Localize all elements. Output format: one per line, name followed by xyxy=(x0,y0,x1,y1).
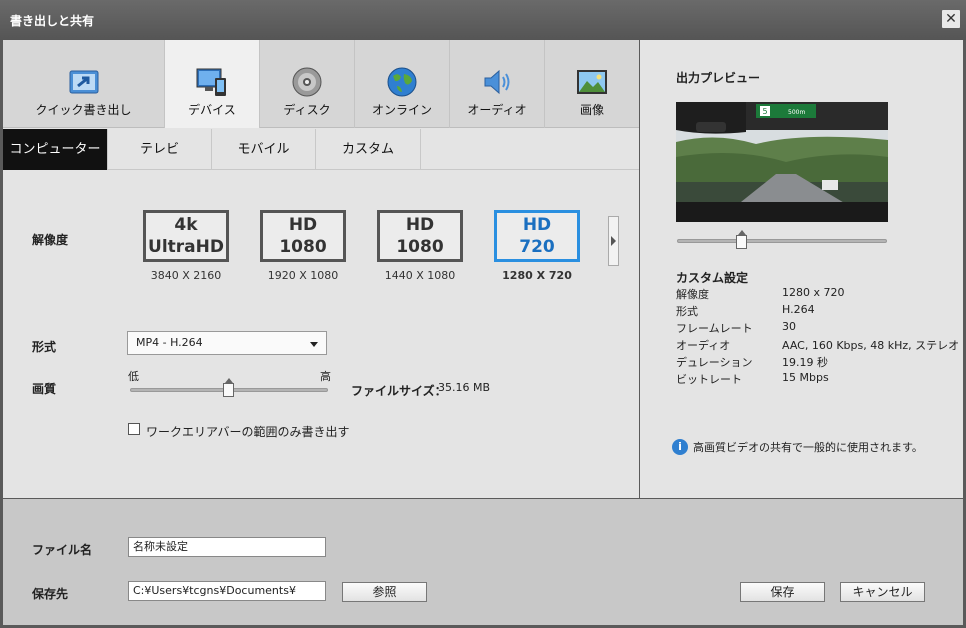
setting-key: ビットレート xyxy=(676,373,742,386)
road-sign-number: 5 xyxy=(762,107,767,116)
subtab-custom[interactable]: カスタム xyxy=(316,129,421,170)
quality-low-label: 低 xyxy=(128,370,139,383)
resolution-line2: UltraHD xyxy=(148,237,224,257)
format-select[interactable]: MP4 - H.264 xyxy=(127,331,327,355)
resolution-option-720[interactable]: HD 720 xyxy=(494,210,580,262)
resolution-line2: 720 xyxy=(519,237,555,257)
tab-device[interactable]: デバイス xyxy=(165,40,260,128)
file-size-label: ファイルサイズ： xyxy=(351,384,447,398)
tab-label: デバイス xyxy=(188,103,236,117)
tab-label: オンライン xyxy=(371,103,432,117)
preview-scrub-thumb[interactable] xyxy=(736,230,748,249)
work-area-checkbox-label: ワークエリアバーの範囲のみ書き出す xyxy=(146,425,350,439)
resolution-caption: 1440 X 1080 xyxy=(384,269,456,282)
preview-panel: 出力プレビュー 5 500m カスタム設定 解像度 1280 x 720 形式 … xyxy=(640,40,963,498)
title-bar: 書き出しと共有 ✕ xyxy=(0,0,966,40)
resolution-option-1920[interactable]: HD 1080 xyxy=(260,210,346,262)
globe-icon xyxy=(387,67,417,97)
filename-label: ファイル名 xyxy=(32,543,93,557)
setting-value: H.264 xyxy=(782,303,815,316)
setting-value: 1280 x 720 xyxy=(782,286,845,299)
resolution-line2: 1080 xyxy=(396,237,444,257)
tab-label: ディスク xyxy=(283,103,331,117)
setting-value: 19.19 秒 xyxy=(782,356,828,369)
info-note: 高画質ビデオの共有で一般的に使用されます。 xyxy=(693,441,923,454)
work-area-checkbox[interactable] xyxy=(128,423,140,435)
save-path-input[interactable]: C:¥Users¥tcgns¥Documents¥ xyxy=(128,581,326,601)
main-tab-bar: クイック書き出し デバイス ディスク オンライン オーディオ 画像 xyxy=(3,40,639,128)
speaker-icon xyxy=(484,69,510,95)
subtab-mobile[interactable]: モバイル xyxy=(212,129,316,170)
road-sign-text: 500m xyxy=(788,109,805,116)
close-icon[interactable]: ✕ xyxy=(942,10,960,28)
tab-online[interactable]: オンライン xyxy=(355,40,450,128)
resolution-option-4k[interactable]: 4k UltraHD xyxy=(143,210,229,262)
resolution-caption: 1920 X 1080 xyxy=(267,269,339,282)
window-title: 書き出しと共有 xyxy=(10,14,95,28)
resolution-option-1440[interactable]: HD 1080 xyxy=(377,210,463,262)
disc-icon xyxy=(292,67,322,97)
cancel-button[interactable]: キャンセル xyxy=(840,582,925,602)
quality-label: 画質 xyxy=(32,382,57,396)
tab-image[interactable]: 画像 xyxy=(545,40,639,128)
setting-key: フレームレート xyxy=(676,322,753,335)
save-button[interactable]: 保存 xyxy=(740,582,825,602)
format-label: 形式 xyxy=(32,340,57,354)
output-panel: ファイル名 名称未設定 保存先 C:¥Users¥tcgns¥Documents… xyxy=(3,499,963,625)
settings-panel: クイック書き出し デバイス ディスク オンライン オーディオ 画像 コンピュータ… xyxy=(3,40,639,498)
preview-title: 出力プレビュー xyxy=(676,71,761,85)
setting-value: 15 Mbps xyxy=(782,371,829,384)
sub-tab-bar: コンピューター テレビ モバイル カスタム xyxy=(3,129,639,170)
subtab-computer[interactable]: コンピューター xyxy=(3,129,108,170)
save-to-label: 保存先 xyxy=(32,587,69,601)
resolution-line2: 1080 xyxy=(279,237,327,257)
info-icon: i xyxy=(672,439,688,455)
preview-frame-image: 5 500m xyxy=(676,102,888,222)
subtab-tv[interactable]: テレビ xyxy=(108,129,212,170)
resolution-caption: 3840 X 2160 xyxy=(150,269,222,282)
tab-label: 画像 xyxy=(579,103,604,117)
quality-slider-thumb[interactable] xyxy=(223,378,234,397)
setting-key: 形式 xyxy=(676,305,698,318)
preview-video: 5 500m xyxy=(676,102,888,222)
resolution-caption: 1280 X 720 xyxy=(502,269,572,282)
quality-high-label: 高 xyxy=(320,370,331,383)
tab-disc[interactable]: ディスク xyxy=(260,40,355,128)
setting-value: AAC, 160 Kbps, 48 kHz, ステレオ xyxy=(782,339,960,352)
resolution-next-button[interactable] xyxy=(608,216,619,266)
custom-settings-title: カスタム設定 xyxy=(676,271,749,285)
preview-scrub-slider[interactable] xyxy=(677,239,887,243)
tab-audio[interactable]: オーディオ xyxy=(450,40,545,128)
quick-export-icon xyxy=(69,70,98,94)
resolution-line1: HD xyxy=(522,215,552,235)
resolution-line1: HD xyxy=(288,215,318,235)
resolution-label: 解像度 xyxy=(32,233,69,247)
filename-input[interactable]: 名称未設定 xyxy=(128,537,326,557)
setting-value: 30 xyxy=(782,320,796,333)
chevron-down-icon xyxy=(310,342,318,347)
format-value: MP4 - H.264 xyxy=(136,336,203,349)
resolution-line1: 4k xyxy=(174,215,198,235)
setting-key: 解像度 xyxy=(676,288,709,301)
browse-button[interactable]: 参照 xyxy=(342,582,427,602)
tab-label: クイック書き出し xyxy=(35,103,132,117)
file-size-value: 35.16 MB xyxy=(438,381,491,394)
tab-quick-export[interactable]: クイック書き出し xyxy=(3,40,165,128)
device-icon xyxy=(196,68,226,96)
resolution-line1: HD xyxy=(405,215,435,235)
setting-key: デュレーション xyxy=(676,356,753,369)
setting-key: オーディオ xyxy=(676,339,731,352)
tab-label: オーディオ xyxy=(467,103,527,117)
image-icon xyxy=(577,70,607,94)
